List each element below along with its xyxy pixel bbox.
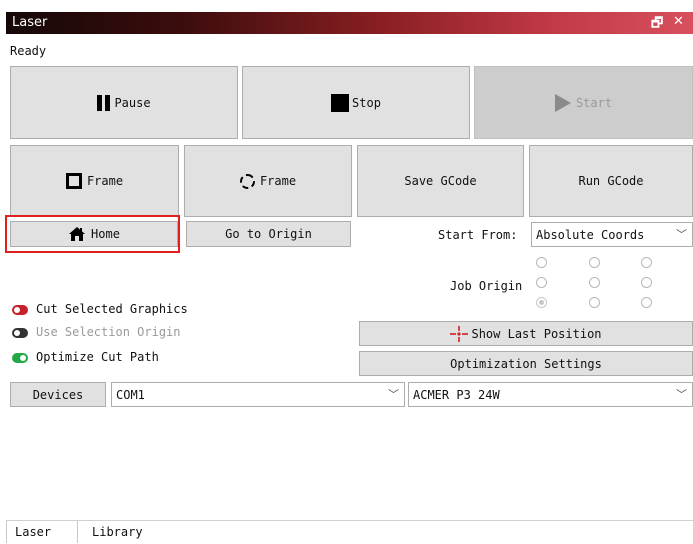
- pause-label: Pause: [114, 95, 151, 110]
- job-origin-middle-left[interactable]: [536, 277, 547, 288]
- job-origin-top-right[interactable]: [641, 257, 652, 268]
- frame-rect-label: Frame: [86, 174, 124, 188]
- pause-icon: [97, 94, 111, 111]
- job-origin-top-center[interactable]: [589, 257, 600, 268]
- go-to-origin-button[interactable]: Go to Origin: [186, 221, 351, 247]
- go-to-origin-label: Go to Origin: [225, 227, 312, 241]
- start-label: Start: [575, 95, 613, 110]
- window-title: Laser: [12, 15, 48, 30]
- start-button[interactable]: Start: [474, 66, 693, 139]
- bottom-tab-bar: Laser Library: [6, 520, 693, 544]
- stop-button[interactable]: Stop: [242, 66, 470, 139]
- chevron-down-icon: ﹀: [676, 228, 687, 241]
- window-titlebar: Laser 🗗 ✕: [6, 12, 693, 34]
- play-icon: [554, 93, 571, 112]
- job-origin-bottom-left[interactable]: [536, 297, 547, 308]
- devices-label: Devices: [32, 387, 84, 402]
- stop-label: Stop: [352, 95, 381, 110]
- port-value: COM1: [116, 387, 145, 402]
- frame-circle-button[interactable]: Frame: [184, 145, 352, 217]
- frame-circle-label: Frame: [259, 174, 297, 188]
- optimize-cut-path-toggle[interactable]: [12, 353, 28, 363]
- cut-selected-label: Cut Selected Graphics: [36, 302, 188, 316]
- job-origin-center[interactable]: [589, 277, 600, 288]
- optimize-cut-path-label: Optimize Cut Path: [36, 350, 159, 364]
- device-value: ACMER P3 24W: [413, 387, 500, 402]
- crosshair-icon: [450, 325, 469, 342]
- frame-rectangle-icon: [65, 173, 82, 189]
- chevron-down-icon: ﹀: [388, 388, 399, 401]
- job-origin-bottom-center[interactable]: [589, 297, 600, 308]
- run-gcode-label: Run GCode: [578, 174, 644, 188]
- tab-library[interactable]: Library: [84, 521, 164, 543]
- job-origin-top-left[interactable]: [536, 257, 547, 268]
- optimization-settings-button[interactable]: Optimization Settings: [359, 351, 693, 376]
- start-from-value: Absolute Coords: [536, 227, 645, 242]
- save-gcode-button[interactable]: Save GCode: [357, 145, 524, 217]
- job-origin-bottom-right[interactable]: [641, 297, 652, 308]
- save-gcode-label: Save GCode: [404, 174, 477, 188]
- run-gcode-button[interactable]: Run GCode: [529, 145, 693, 217]
- use-selection-origin-label: Use Selection Origin: [36, 325, 181, 339]
- cut-selected-toggle[interactable]: [12, 305, 28, 315]
- job-origin-label: Job Origin: [450, 279, 523, 293]
- status-text: Ready: [10, 44, 47, 58]
- start-from-label: Start From:: [438, 228, 518, 242]
- job-origin-middle-right[interactable]: [641, 277, 652, 288]
- optimization-settings-label: Optimization Settings: [450, 356, 602, 371]
- tab-laser[interactable]: Laser: [6, 521, 78, 543]
- close-window-button[interactable]: ✕: [673, 14, 684, 29]
- device-select[interactable]: ACMER P3 24W ﹀: [408, 382, 693, 407]
- chevron-down-icon: ﹀: [676, 388, 687, 401]
- stop-icon: [331, 93, 350, 112]
- port-select[interactable]: COM1 ﹀: [111, 382, 405, 407]
- frame-rect-button[interactable]: Frame: [10, 145, 179, 217]
- use-selection-origin-toggle[interactable]: [12, 328, 28, 338]
- start-from-select[interactable]: Absolute Coords ﹀: [531, 222, 693, 247]
- frame-circle-icon: [239, 173, 255, 189]
- devices-button[interactable]: Devices: [10, 382, 106, 407]
- show-last-position-label: Show Last Position: [471, 326, 602, 341]
- float-window-button[interactable]: 🗗: [651, 14, 663, 36]
- show-last-position-button[interactable]: Show Last Position: [359, 321, 693, 346]
- home-highlight-box: [5, 215, 180, 253]
- pause-button[interactable]: Pause: [10, 66, 238, 139]
